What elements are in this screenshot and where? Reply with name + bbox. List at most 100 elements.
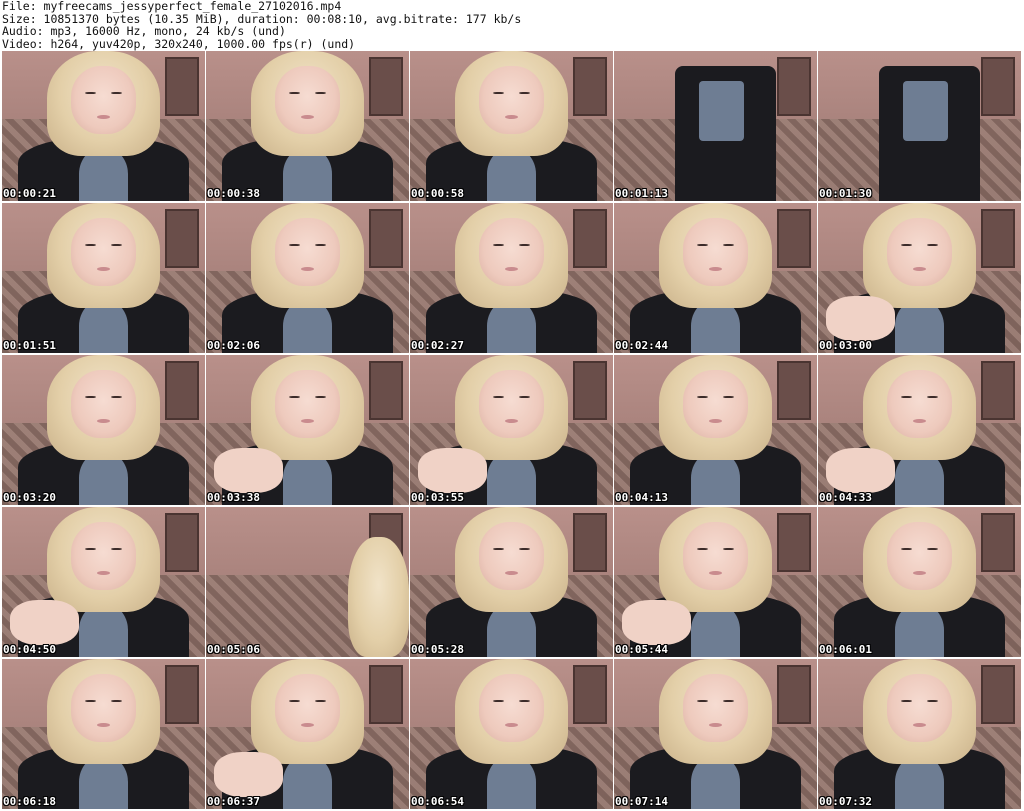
video-thumbnail[interactable]: 00:04:13 — [614, 355, 817, 505]
thumbnail-timestamp: 00:01:51 — [3, 339, 56, 352]
video-thumbnail[interactable]: 00:03:20 — [2, 355, 205, 505]
face — [71, 522, 136, 590]
video-thumbnail[interactable]: 00:06:37 — [206, 659, 409, 809]
wall-picture — [777, 361, 811, 420]
face — [887, 370, 952, 438]
wall-picture — [369, 209, 403, 268]
video-thumbnail[interactable]: 00:07:14 — [614, 659, 817, 809]
wall-picture — [573, 209, 607, 268]
face — [479, 66, 544, 134]
thumbnail-timestamp: 00:05:06 — [207, 643, 260, 656]
hand — [214, 448, 284, 493]
thumbnail-timestamp: 00:02:27 — [411, 339, 464, 352]
wall-picture — [981, 513, 1015, 572]
thumbnail-timestamp: 00:01:30 — [819, 187, 872, 200]
video-thumbnail[interactable]: 00:07:32 — [818, 659, 1021, 809]
thumbnail-timestamp: 00:00:21 — [3, 187, 56, 200]
wall-picture — [165, 57, 199, 116]
wall-picture — [573, 361, 607, 420]
wall-picture — [573, 513, 607, 572]
face — [887, 522, 952, 590]
face — [479, 218, 544, 286]
thumbnail-timestamp: 00:05:28 — [411, 643, 464, 656]
video-thumbnail[interactable]: 00:03:00 — [818, 203, 1021, 353]
wall-picture — [165, 209, 199, 268]
thumbnail-timestamp: 00:06:37 — [207, 795, 260, 808]
wall-picture — [165, 513, 199, 572]
face — [275, 218, 340, 286]
face — [683, 370, 748, 438]
wall-picture — [981, 57, 1015, 116]
video-thumbnail[interactable]: 00:02:44 — [614, 203, 817, 353]
video-thumbnail[interactable]: 00:00:38 — [206, 51, 409, 201]
wall-picture — [573, 57, 607, 116]
wall-picture — [777, 513, 811, 572]
thumbnail-timestamp: 00:07:14 — [615, 795, 668, 808]
hand — [826, 448, 896, 493]
thumbnail-timestamp: 00:00:58 — [411, 187, 464, 200]
hand — [826, 296, 896, 341]
thumbnail-timestamp: 00:04:13 — [615, 491, 668, 504]
wall-picture — [369, 665, 403, 724]
face — [71, 370, 136, 438]
thumbnail-timestamp: 00:05:44 — [615, 643, 668, 656]
wall-picture — [777, 665, 811, 724]
hand — [10, 600, 80, 645]
video-thumbnail[interactable]: 00:03:55 — [410, 355, 613, 505]
video-info-line: Video: h264, yuv420p, 320x240, 1000.00 f… — [2, 36, 356, 51]
thumbnail-timestamp: 00:07:32 — [819, 795, 872, 808]
video-thumbnail[interactable]: 00:04:33 — [818, 355, 1021, 505]
face — [275, 674, 340, 742]
top — [699, 81, 744, 141]
thumbnail-timestamp: 00:02:06 — [207, 339, 260, 352]
face — [479, 674, 544, 742]
wall-picture — [981, 361, 1015, 420]
face — [71, 218, 136, 286]
video-thumbnail[interactable]: 00:06:54 — [410, 659, 613, 809]
video-thumbnail[interactable]: 00:05:44 — [614, 507, 817, 657]
hand — [622, 600, 692, 645]
thumbnail-timestamp: 00:03:20 — [3, 491, 56, 504]
thumbnail-timestamp: 00:03:38 — [207, 491, 260, 504]
wall-picture — [369, 361, 403, 420]
thumbnail-timestamp: 00:01:13 — [615, 187, 668, 200]
face — [683, 218, 748, 286]
video-thumbnail[interactable]: 00:06:01 — [818, 507, 1021, 657]
video-thumbnail[interactable]: 00:00:21 — [2, 51, 205, 201]
thumbnail-timestamp: 00:04:33 — [819, 491, 872, 504]
thumbnail-timestamp: 00:02:44 — [615, 339, 668, 352]
thumbnail-timestamp: 00:04:50 — [3, 643, 56, 656]
thumbnail-timestamp: 00:06:18 — [3, 795, 56, 808]
video-thumbnail[interactable]: 00:02:06 — [206, 203, 409, 353]
wall-picture — [165, 665, 199, 724]
video-thumbnail[interactable]: 00:02:27 — [410, 203, 613, 353]
video-thumbnail[interactable]: 00:04:50 — [2, 507, 205, 657]
face — [683, 522, 748, 590]
video-thumbnail[interactable]: 00:01:51 — [2, 203, 205, 353]
thumbnail-timestamp: 00:06:54 — [411, 795, 464, 808]
wall-picture — [981, 665, 1015, 724]
hand — [418, 448, 488, 493]
audio-info-line: Audio: mp3, 16000 Hz, mono, 24 kb/s (und… — [2, 24, 286, 38]
thumbnail-timestamp: 00:00:38 — [207, 187, 260, 200]
video-thumbnail[interactable]: 00:06:18 — [2, 659, 205, 809]
video-thumbnail[interactable]: 00:01:30 — [818, 51, 1021, 201]
face — [479, 370, 544, 438]
face — [71, 66, 136, 134]
video-thumbnail[interactable]: 00:05:28 — [410, 507, 613, 657]
video-thumbnail[interactable]: 00:00:58 — [410, 51, 613, 201]
wall-picture — [981, 209, 1015, 268]
hand — [214, 752, 284, 797]
thumbnail-grid: 00:00:21 00:00:38 00:00:58 00:01:13 00:01:30… — [2, 51, 1022, 811]
wall-picture — [573, 665, 607, 724]
face — [479, 522, 544, 590]
video-thumbnail[interactable]: 00:03:38 — [206, 355, 409, 505]
wall-picture — [777, 209, 811, 268]
wall-picture — [369, 57, 403, 116]
face — [887, 674, 952, 742]
face — [683, 674, 748, 742]
face — [887, 218, 952, 286]
video-thumbnail[interactable]: 00:05:06 — [206, 507, 409, 657]
video-thumbnail[interactable]: 00:01:13 — [614, 51, 817, 201]
thumbnail-timestamp: 00:03:55 — [411, 491, 464, 504]
